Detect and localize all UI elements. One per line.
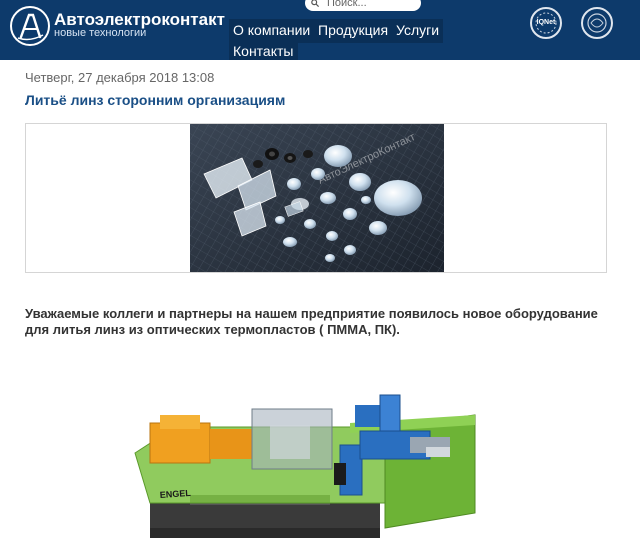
- iqnet-ring-icon: [535, 12, 557, 34]
- brand-tagline: новые технологии: [54, 27, 147, 39]
- injection-molding-machine: ENGEL: [134, 394, 476, 538]
- search-icon[interactable]: [311, 0, 319, 7]
- nav-item-about[interactable]: О компании: [233, 22, 310, 38]
- nav-item-products[interactable]: Продукция: [318, 22, 388, 38]
- article-body: Уважаемые коллеги и партнеры на нашем пр…: [25, 306, 598, 337]
- lenses-photo: АвтоЭлектроКонтакт: [190, 124, 444, 272]
- certification-seal-icon: [587, 13, 607, 33]
- nav-item-services[interactable]: Услуги: [396, 22, 439, 38]
- company-logo[interactable]: [10, 6, 50, 46]
- certification-badge[interactable]: [581, 7, 613, 39]
- search-input[interactable]: [305, 0, 421, 11]
- nav-item-contacts[interactable]: Контакты: [233, 43, 293, 59]
- article-date: Четверг, 27 декабря 2018 13:08: [25, 70, 215, 85]
- iqnet-badge[interactable]: IQNet: [530, 7, 562, 39]
- logo-letter-a-icon: [17, 13, 44, 41]
- article-title[interactable]: Литьё линз сторонним организациям: [25, 92, 285, 108]
